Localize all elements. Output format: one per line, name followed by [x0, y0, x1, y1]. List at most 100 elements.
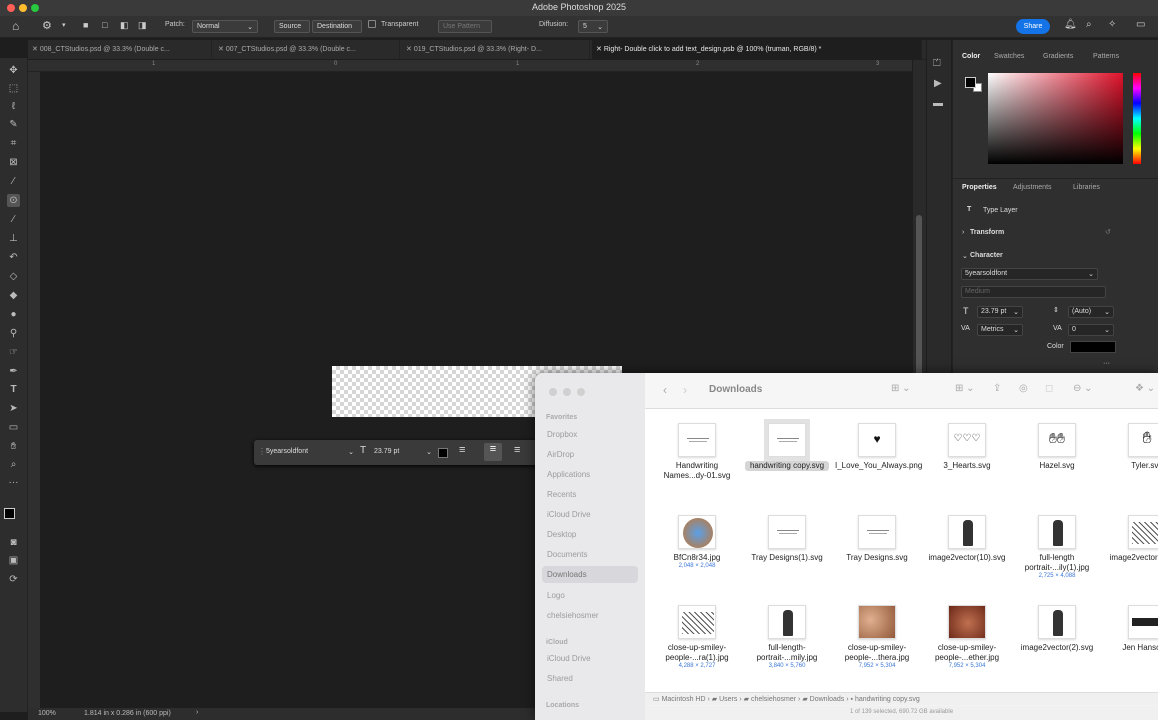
tab-019-ctstudios[interactable]: ✕ 019_CTStudios.psd @ 33.3% (Right- D...: [402, 40, 590, 59]
screen-mode-icon[interactable]: ▣: [7, 554, 20, 567]
tab-text-design[interactable]: ✕ Right- Double click to add text_design…: [592, 40, 922, 59]
hand-tool-icon[interactable]: ✋︎: [7, 440, 20, 453]
brush-tool-icon[interactable]: ∕: [7, 213, 20, 226]
patch-mode-select[interactable]: Normal ⌄: [192, 20, 258, 33]
comments-panel-icon[interactable]: ▬: [933, 98, 943, 109]
file-item[interactable]: handwriting copy.svg: [745, 419, 829, 471]
file-item[interactable]: ♥ I_Love_You_Always.png: [835, 423, 922, 471]
patch-tool-icon[interactable]: ⚙: [42, 19, 52, 32]
workspace-icon[interactable]: ▭: [1136, 19, 1145, 30]
finder-close-button[interactable]: [549, 388, 557, 396]
tab-008-ctstudios[interactable]: ✕ 008_CTStudios.psd @ 33.3% (Double c...: [28, 40, 212, 59]
file-item[interactable]: image2vector(10).svg: [925, 515, 1009, 563]
file-item[interactable]: close-up-smiley-people-...thera.jpg 7,952…: [835, 605, 919, 669]
pen-tool-icon[interactable]: ✒: [7, 365, 20, 378]
eraser-tool-icon[interactable]: ◇: [7, 270, 20, 283]
back-icon[interactable]: ‹: [663, 383, 667, 397]
file-item[interactable]: full-length-portrait-...mily.jpg 3,840 × …: [745, 605, 829, 669]
path-item-home[interactable]: ▰ chelsiehosmer: [744, 696, 796, 703]
text-color-chip[interactable]: [1070, 341, 1116, 353]
align-center-icon[interactable]: ≡: [484, 443, 502, 461]
sidebar-item-desktop[interactable]: Desktop: [547, 530, 576, 539]
file-item[interactable]: close-up-smiley-people-...ra(1).jpg 4,288…: [655, 605, 739, 669]
sidebar-item-documents[interactable]: Documents: [547, 550, 587, 559]
font-size-select[interactable]: 23.79 pt ⌄: [374, 446, 432, 459]
more-options-icon[interactable]: ···: [1103, 360, 1110, 367]
file-item[interactable]: BfCn8r34.jpg 2,048 × 2,048: [655, 515, 739, 569]
lasso-tool-icon[interactable]: ℓ: [7, 100, 20, 113]
tool-preset-chevron-icon[interactable]: ▾: [62, 21, 66, 29]
marquee-tool-icon[interactable]: ⬚: [7, 82, 20, 95]
more-tools-icon[interactable]: ···: [7, 476, 20, 489]
new-selection-icon[interactable]: ■: [83, 20, 88, 30]
kerning-field[interactable]: Metrics ⌄: [977, 324, 1023, 336]
history-brush-tool-icon[interactable]: ↶: [7, 251, 20, 264]
transparent-checkbox[interactable]: [368, 20, 376, 28]
object-selection-tool-icon[interactable]: ✎: [7, 118, 20, 131]
color-picker-field[interactable]: [988, 73, 1123, 164]
path-item-file[interactable]: ▪ handwriting copy.svg: [851, 696, 920, 703]
file-item[interactable]: Handwriting Names...dy-01.svg: [655, 423, 739, 481]
transform-section[interactable]: Transform: [970, 229, 1004, 236]
path-item-disk[interactable]: ▭ Macintosh HD: [653, 696, 706, 703]
foreground-color-swatch[interactable]: [4, 508, 15, 519]
font-size-field[interactable]: 23.79 pt ⌄: [977, 306, 1023, 318]
file-item[interactable]: image2vector(2).svg: [1015, 605, 1099, 653]
clone-stamp-tool-icon[interactable]: ⊥: [7, 232, 20, 245]
finder-zoom-button[interactable]: [577, 388, 585, 396]
quick-mask-icon[interactable]: ◙: [7, 536, 20, 549]
foreground-color-chip[interactable]: [965, 77, 976, 88]
sidebar-item-icloud-drive[interactable]: iCloud Drive: [547, 510, 591, 519]
tab-007-ctstudios[interactable]: ✕ 007_CTStudios.psd @ 33.3% (Double c...: [214, 40, 400, 59]
move-tool-icon[interactable]: ✥: [7, 64, 20, 77]
tracking-field[interactable]: 0 ⌄: [1068, 324, 1114, 336]
file-item[interactable]: image2vector(...).svg: [1105, 515, 1158, 563]
font-style-field[interactable]: Medium: [961, 286, 1106, 298]
drag-handle-icon[interactable]: ⋮: [258, 447, 266, 456]
smudge-tool-icon[interactable]: ☞: [7, 346, 20, 359]
sidebar-item-recents[interactable]: Recents: [547, 490, 576, 499]
sidebar-item-logo[interactable]: Logo: [547, 591, 565, 600]
sidebar-item-downloads[interactable]: Downloads: [547, 570, 587, 579]
diffusion-select[interactable]: 5 ⌄: [578, 20, 608, 33]
paint-bucket-tool-icon[interactable]: ◆: [7, 289, 20, 302]
airdrop-icon[interactable]: ◎: [1019, 383, 1028, 394]
file-item[interactable]: Tray Designs(1).svg: [745, 515, 829, 563]
font-family-select[interactable]: 5yearsoldfont ⌄: [266, 446, 354, 459]
status-chevron-icon[interactable]: ›: [196, 709, 198, 716]
leading-field[interactable]: (Auto) ⌄: [1068, 306, 1114, 318]
share-icon[interactable]: ⇪: [993, 383, 1001, 394]
tab-properties[interactable]: Properties: [962, 184, 997, 191]
file-item[interactable]: ✋︎ Tyler.svg: [1105, 423, 1158, 471]
history-panel-icon[interactable]: ⏍: [933, 58, 941, 69]
file-item[interactable]: ♡♡♡ 3_Hearts.svg: [925, 423, 1009, 471]
file-item[interactable]: close-up-smiley-people-...ether.jpg 7,952…: [925, 605, 1009, 669]
finder-minimize-button[interactable]: [563, 388, 571, 396]
font-family-field[interactable]: 5yearsoldfont ⌄: [961, 268, 1098, 280]
crop-tool-icon[interactable]: ⌗: [7, 137, 20, 150]
file-item[interactable]: Jen Hanson...: [1105, 605, 1158, 653]
path-item-downloads[interactable]: ▰ Downloads: [802, 696, 844, 703]
sidebar-item-applications[interactable]: Applications: [547, 470, 590, 479]
path-item-users[interactable]: ▰ Users: [712, 696, 738, 703]
sidebar-item-airdrop[interactable]: AirDrop: [547, 450, 574, 459]
generative-icon[interactable]: ⟳: [7, 573, 20, 586]
eyedropper-tool-icon[interactable]: ⁄: [7, 175, 20, 188]
subtract-selection-icon[interactable]: ◧: [120, 20, 129, 31]
share-button[interactable]: Share: [1016, 19, 1050, 34]
tab-libraries[interactable]: Libraries: [1073, 184, 1100, 191]
file-item[interactable]: Tray Designs.svg: [835, 515, 919, 563]
sidebar-item-dropbox[interactable]: Dropbox: [547, 430, 577, 439]
align-left-icon[interactable]: ≡: [459, 444, 465, 456]
tag-icon[interactable]: ◻: [1045, 383, 1053, 394]
blur-tool-icon[interactable]: ●: [7, 308, 20, 321]
discover-icon[interactable]: ✧: [1108, 19, 1116, 30]
dodge-tool-icon[interactable]: ⚲: [7, 327, 20, 340]
add-selection-icon[interactable]: □: [102, 20, 107, 30]
frame-tool-icon[interactable]: ⊠: [7, 156, 20, 169]
zoom-tool-icon[interactable]: ⌕: [7, 458, 20, 471]
home-icon[interactable]: ⌂: [12, 19, 19, 33]
search-icon[interactable]: ⌕: [1086, 19, 1092, 30]
sidebar-item-icloud-drive-2[interactable]: iCloud Drive: [547, 654, 591, 663]
actions-panel-icon[interactable]: ▶: [934, 78, 942, 89]
